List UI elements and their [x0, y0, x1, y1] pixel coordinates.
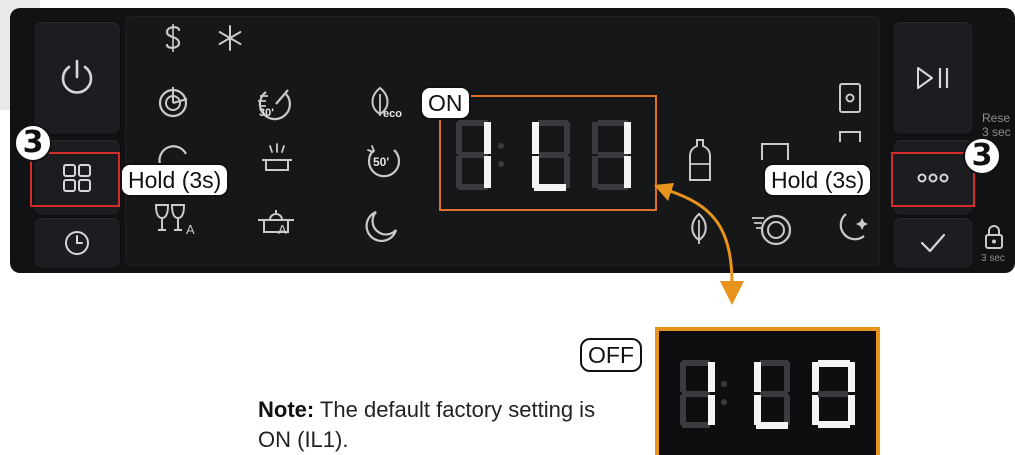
power-button[interactable] — [34, 22, 120, 134]
confirm-button[interactable] — [893, 218, 973, 268]
hold-right-callout: Hold (3s) — [763, 163, 873, 197]
hold-left-callout: Hold (3s) — [120, 163, 230, 197]
door-lower-icon — [839, 131, 861, 142]
step-number-right: 3 — [963, 137, 1001, 175]
eco-badge: eco — [383, 108, 402, 120]
off-callout: OFF — [580, 338, 642, 372]
display-on-digits — [456, 120, 631, 191]
lock-icon — [985, 225, 1003, 249]
factory-setting-note: Note: The default factory setting is ON … — [258, 395, 628, 455]
quick-30-badge: 30' — [259, 107, 274, 119]
night-icon — [365, 210, 398, 243]
door-icon — [839, 83, 861, 113]
night-star-icon — [839, 213, 868, 241]
tray-icon — [761, 143, 789, 160]
play-pause-icon — [917, 67, 949, 89]
glass-a-badge: A — [186, 222, 195, 237]
reset-label: Rese — [982, 111, 1011, 125]
options-button-highlight — [891, 152, 975, 207]
start-pause-button[interactable] — [893, 22, 973, 134]
auto-icon — [158, 87, 188, 118]
power-icon — [61, 59, 93, 94]
check-icon — [920, 233, 946, 253]
on-callout: ON — [420, 86, 471, 120]
note-label: Note: — [258, 397, 315, 422]
reset-time-label: 3 sec — [982, 125, 1011, 139]
lock-time-label: 3 sec — [981, 253, 1005, 264]
menu-button-highlight — [30, 152, 120, 207]
snowflake-icon — [218, 25, 242, 51]
toggle-arrow — [654, 183, 744, 305]
pot-wash-icon — [262, 143, 292, 171]
clock-icon — [65, 231, 89, 255]
pot-icon — [258, 210, 294, 233]
step-number-left: 3 — [14, 124, 52, 162]
display-off-digits — [680, 360, 855, 429]
delay-start-button[interactable] — [34, 218, 120, 268]
quick-50-badge: 50' — [373, 155, 390, 169]
sanitize-icon — [165, 24, 181, 52]
pot-a-badge: A — [278, 222, 287, 237]
